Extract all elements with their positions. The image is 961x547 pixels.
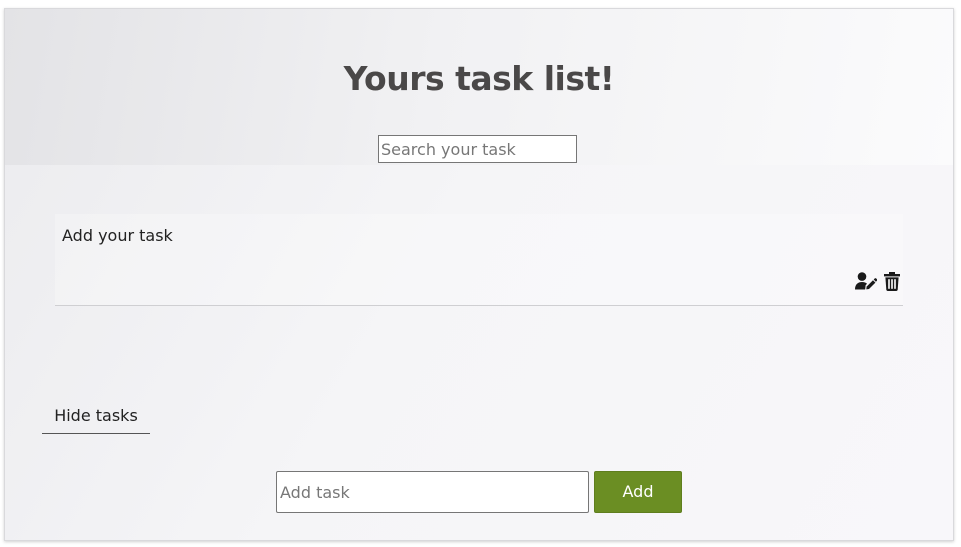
search-input[interactable] (378, 135, 577, 163)
hide-tasks-button[interactable]: Hide tasks (42, 398, 150, 434)
app-container: Yours task list! Add your task (4, 8, 954, 541)
page-title: Yours task list! (343, 59, 615, 98)
add-button[interactable]: Add (594, 471, 682, 513)
task-list: Add your task (55, 214, 903, 306)
task-item: Add your task (55, 214, 903, 306)
task-text: Add your task (62, 226, 173, 245)
trash-icon[interactable] (881, 270, 903, 292)
add-task-input[interactable] (276, 471, 589, 513)
user-edit-icon[interactable] (855, 270, 877, 292)
task-actions (855, 270, 903, 292)
